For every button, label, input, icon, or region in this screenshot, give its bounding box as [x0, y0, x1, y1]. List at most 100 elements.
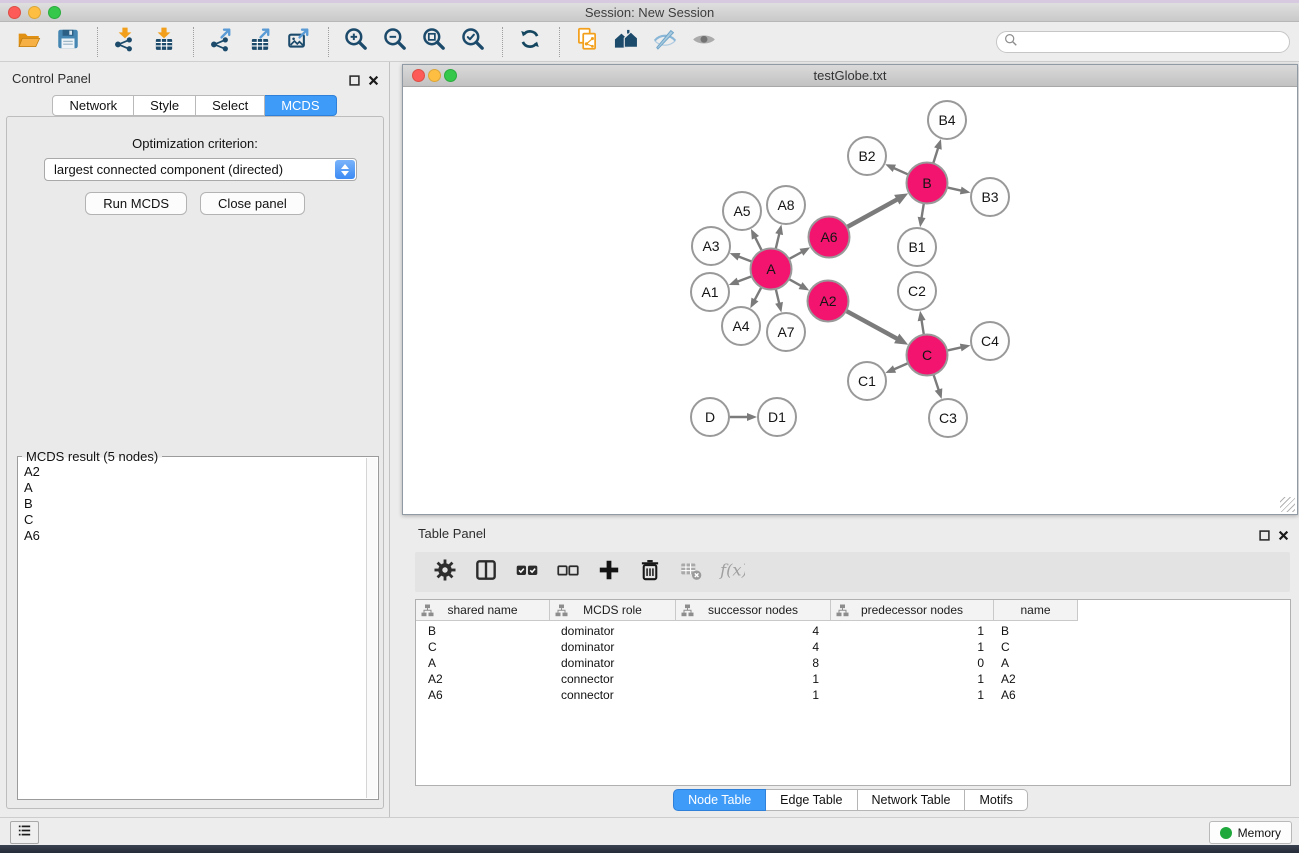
column-header-name[interactable]: name	[994, 600, 1078, 621]
graph-node-B2[interactable]: B2	[848, 137, 886, 175]
zoom-out-button[interactable]	[380, 27, 410, 57]
table-cell[interactable]: C	[994, 639, 1078, 655]
table-row[interactable]: A2connector11A2	[416, 671, 1290, 687]
graph-edge[interactable]	[921, 203, 924, 219]
export-network-button[interactable]	[206, 27, 236, 57]
graph-edge[interactable]	[789, 251, 803, 259]
gear-button[interactable]	[433, 560, 457, 584]
graph-node-A8[interactable]: A8	[767, 186, 805, 224]
table-cell[interactable]: A6	[416, 687, 550, 703]
table-cell[interactable]: 1	[831, 623, 994, 639]
graph-edge[interactable]	[736, 276, 752, 282]
graph-node-A4[interactable]: A4	[722, 307, 760, 345]
graph-node-B4[interactable]: B4	[928, 101, 966, 139]
save-button[interactable]	[53, 27, 83, 57]
table-cell[interactable]: B	[994, 623, 1078, 639]
delete-row-button[interactable]	[638, 560, 662, 584]
table-cell[interactable]: dominator	[550, 655, 676, 671]
graph-node-C4[interactable]: C4	[971, 322, 1009, 360]
refresh-button[interactable]	[515, 27, 545, 57]
zoom-fit-button[interactable]	[419, 27, 449, 57]
graph-node-A3[interactable]: A3	[692, 227, 730, 265]
deselect-all-button[interactable]	[556, 560, 580, 584]
table-cell[interactable]: 0	[831, 655, 994, 671]
tab-motifs[interactable]: Motifs	[965, 789, 1027, 811]
export-image-button[interactable]	[284, 27, 314, 57]
select-all-button[interactable]	[515, 560, 539, 584]
table-cell[interactable]: A	[416, 655, 550, 671]
column-header-predecessor-nodes[interactable]: predecessor nodes	[831, 600, 994, 621]
graph-node-C3[interactable]: C3	[929, 399, 967, 437]
graph-edge[interactable]	[893, 363, 908, 370]
search-box[interactable]	[996, 31, 1290, 53]
table-cell[interactable]: 4	[676, 639, 831, 655]
network-canvas[interactable]: B4B2BB3B1A5A8A6A3AA1A2C2A4A7C4CC1C3DD1	[403, 87, 1297, 514]
table-cell[interactable]: dominator	[550, 639, 676, 655]
result-scrollbar[interactable]	[366, 458, 377, 798]
table-cell[interactable]: dominator	[550, 623, 676, 639]
graph-edge[interactable]	[933, 374, 939, 391]
graph-node-B1[interactable]: B1	[898, 228, 936, 266]
graph-node-A[interactable]: A	[751, 249, 792, 290]
graph-edge[interactable]	[754, 287, 761, 301]
graph-edge[interactable]	[847, 199, 899, 227]
table-cell[interactable]: connector	[550, 671, 676, 687]
task-history-button[interactable]	[10, 821, 39, 844]
tab-network[interactable]: Network	[52, 95, 134, 116]
float-panel-icon[interactable]	[1259, 528, 1270, 546]
tab-edge-table[interactable]: Edge Table	[766, 789, 857, 811]
table-cell[interactable]: 1	[831, 687, 994, 703]
table-cell[interactable]: 1	[831, 639, 994, 655]
tab-style[interactable]: Style	[134, 95, 196, 116]
add-row-button[interactable]	[597, 560, 621, 584]
import-network-button[interactable]	[110, 27, 140, 57]
graph-node-C1[interactable]: C1	[848, 362, 886, 400]
documents-share-button[interactable]	[572, 27, 602, 57]
memory-button[interactable]: Memory	[1209, 821, 1292, 844]
table-cell[interactable]: 4	[676, 623, 831, 639]
tab-node-table[interactable]: Node Table	[673, 789, 766, 811]
graph-node-D[interactable]: D	[691, 398, 729, 436]
table-cell[interactable]: 1	[831, 671, 994, 687]
graph-node-B3[interactable]: B3	[971, 178, 1009, 216]
eye-button[interactable]	[689, 27, 719, 57]
graph-edge[interactable]	[933, 147, 938, 164]
close-panel-icon[interactable]	[1278, 528, 1289, 546]
column-header-shared-name[interactable]: shared name	[416, 600, 550, 621]
column-header-successor-nodes[interactable]: successor nodes	[676, 600, 831, 621]
graph-node-A2[interactable]: A2	[808, 281, 849, 322]
houses-button[interactable]	[611, 27, 641, 57]
table-cell[interactable]: C	[416, 639, 550, 655]
tab-select[interactable]: Select	[196, 95, 265, 116]
graph-node-A5[interactable]: A5	[723, 192, 761, 230]
resize-grip[interactable]	[1280, 497, 1295, 512]
column-header-MCDS-role[interactable]: MCDS role	[550, 600, 676, 621]
close-panel-icon[interactable]	[368, 73, 379, 91]
graph-node-C[interactable]: C	[907, 335, 948, 376]
open-folder-button[interactable]	[14, 27, 44, 57]
close-panel-button[interactable]: Close panel	[200, 192, 305, 215]
graph-edge[interactable]	[789, 279, 802, 287]
run-mcds-button[interactable]: Run MCDS	[85, 192, 187, 215]
table-columns-button[interactable]	[474, 560, 498, 584]
graph-node-B[interactable]: B	[907, 163, 948, 204]
graph-node-D1[interactable]: D1	[758, 398, 796, 436]
graph-node-C2[interactable]: C2	[898, 272, 936, 310]
graph-edge[interactable]	[776, 289, 780, 305]
mcds-result-item[interactable]: C	[24, 512, 362, 528]
table-cell[interactable]: A2	[994, 671, 1078, 687]
graph-edge[interactable]	[947, 347, 963, 350]
table-cell[interactable]: 1	[676, 671, 831, 687]
table-cell[interactable]: B	[416, 623, 550, 639]
float-panel-icon[interactable]	[349, 73, 360, 91]
optimization-criterion-select[interactable]: largest connected component (directed)	[44, 158, 357, 181]
graph-edge[interactable]	[755, 236, 762, 251]
table-row[interactable]: Cdominator41C	[416, 639, 1290, 655]
table-cell[interactable]: A2	[416, 671, 550, 687]
table-row[interactable]: Bdominator41B	[416, 623, 1290, 639]
table-row[interactable]: A6connector11A6	[416, 687, 1290, 703]
zoom-in-button[interactable]	[341, 27, 371, 57]
graph-edge[interactable]	[846, 311, 898, 340]
graph-node-A7[interactable]: A7	[767, 313, 805, 351]
eye-pen-button[interactable]	[650, 27, 680, 57]
